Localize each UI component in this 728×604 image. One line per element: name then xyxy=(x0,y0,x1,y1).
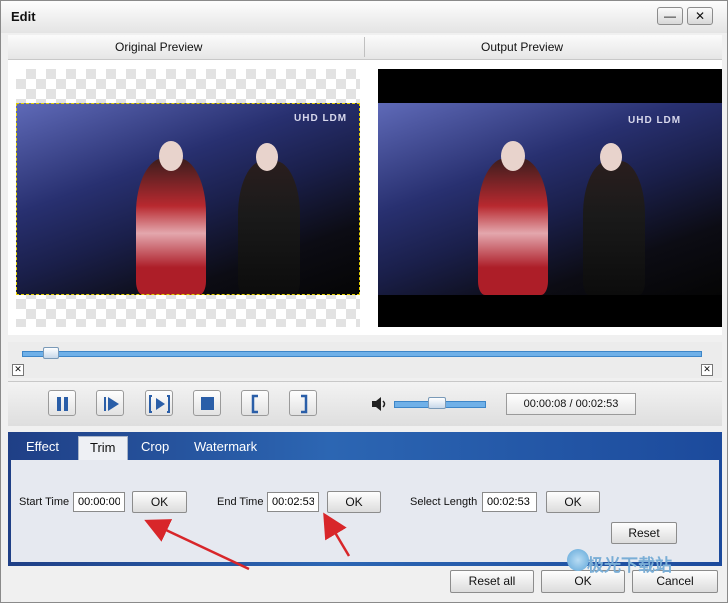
tab-trim[interactable]: Trim xyxy=(78,436,128,461)
stop-button[interactable] xyxy=(193,390,221,416)
seek-track[interactable] xyxy=(22,351,702,357)
mark-out-icon xyxy=(301,394,308,414)
end-time-field[interactable] xyxy=(267,492,319,512)
header-divider xyxy=(364,37,365,57)
next-frame-button[interactable] xyxy=(96,390,124,416)
original-preview-label: Original Preview xyxy=(115,40,203,54)
next-frame-icon xyxy=(104,397,119,411)
crop-selection-box[interactable] xyxy=(16,103,360,295)
trim-panel: Start Time OK End Time OK Select Length … xyxy=(11,460,719,562)
performer-face xyxy=(501,141,525,171)
tab-crop[interactable]: Crop xyxy=(141,436,169,458)
tab-effect[interactable]: Effect xyxy=(26,436,59,458)
reset-all-button[interactable]: Reset all xyxy=(450,570,534,593)
playback-controls: 00:00:08 / 00:02:53 xyxy=(8,381,722,426)
trim-start-marker[interactable]: ✕ xyxy=(12,364,24,376)
output-video-frame: UHD LDM xyxy=(378,103,722,295)
time-display: 00:00:08 / 00:02:53 xyxy=(506,393,636,415)
play-segment-button[interactable] xyxy=(145,390,173,416)
performer-figure xyxy=(583,161,645,295)
end-time-label: End Time xyxy=(217,496,264,508)
close-button[interactable]: ✕ xyxy=(687,7,713,25)
volume-thumb[interactable] xyxy=(428,397,446,409)
end-time-ok-button[interactable]: OK xyxy=(327,491,381,513)
speaker-icon[interactable] xyxy=(370,395,388,413)
start-time-label: Start Time xyxy=(19,496,70,508)
output-preview-label: Output Preview xyxy=(481,40,564,54)
seek-bar: ✕ ✕ xyxy=(8,342,722,378)
pause-button[interactable] xyxy=(48,390,76,416)
site-watermark: 极光下载站 xyxy=(587,556,672,575)
mark-in-button[interactable] xyxy=(241,390,269,416)
minimize-button[interactable]: — xyxy=(657,7,683,25)
original-preview-canvas: UHD LDM xyxy=(16,69,360,327)
edit-window: Edit — ✕ Original Preview Output Preview… xyxy=(0,0,728,603)
reset-button[interactable]: Reset xyxy=(611,522,677,544)
site-watermark-icon xyxy=(567,549,589,571)
start-time-ok-button[interactable]: OK xyxy=(132,491,187,513)
preview-area: Original Preview Output Preview UHD LDM … xyxy=(8,35,722,335)
performer-figure xyxy=(478,158,548,295)
title-bar: Edit — ✕ xyxy=(1,1,727,33)
select-length-label: Select Length xyxy=(410,496,478,508)
window-title: Edit xyxy=(11,9,36,24)
performer-face xyxy=(600,143,622,171)
mark-in-icon xyxy=(251,394,258,414)
mark-out-button[interactable] xyxy=(289,390,317,416)
select-length-field[interactable] xyxy=(482,492,537,512)
pause-icon xyxy=(57,397,68,411)
seek-thumb[interactable] xyxy=(43,347,59,359)
tab-watermark[interactable]: Watermark xyxy=(194,436,257,458)
edit-tabs-panel: Effect Trim Crop Watermark Start Time OK… xyxy=(8,432,722,566)
stop-icon xyxy=(201,397,214,410)
output-preview-canvas: UHD LDM xyxy=(378,69,722,327)
trim-end-marker[interactable]: ✕ xyxy=(701,364,713,376)
select-length-ok-button[interactable]: OK xyxy=(546,491,600,513)
start-time-field[interactable] xyxy=(73,492,125,512)
preview-header: Original Preview Output Preview xyxy=(8,35,722,60)
video-logo: UHD LDM xyxy=(628,115,682,126)
play-segment-icon xyxy=(149,395,170,413)
